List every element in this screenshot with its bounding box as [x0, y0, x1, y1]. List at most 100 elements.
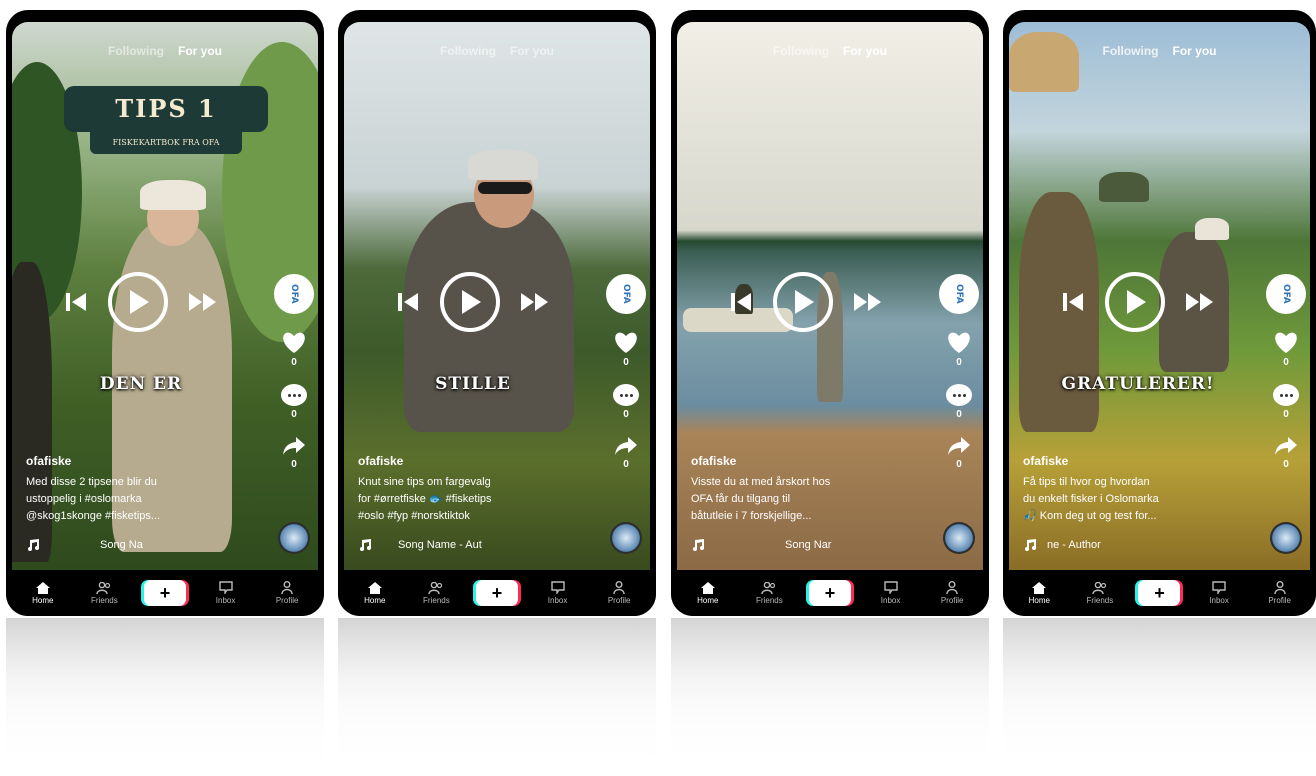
nav-inbox[interactable]: Inbox — [869, 581, 913, 605]
tab-for-you[interactable]: For you — [1173, 44, 1217, 58]
like-button[interactable]: 0 — [281, 330, 307, 368]
bottom-nav: Home Friends + Inbox Profile — [1003, 570, 1316, 616]
caption-line: Knut sine tips om fargevalg — [358, 476, 491, 488]
create-button[interactable]: + — [143, 580, 186, 606]
play-button[interactable] — [773, 272, 833, 332]
nav-home[interactable]: Home — [21, 581, 65, 605]
caption-line: #oslo #fyp #norsktiktok — [358, 510, 470, 522]
tab-following[interactable]: Following — [108, 44, 164, 58]
nav-friends[interactable]: Friends — [1078, 581, 1122, 605]
bottom-nav: Home Friends + Inbox Profile — [338, 570, 656, 616]
avatar[interactable]: OFA — [606, 274, 646, 314]
avatar-logo-text: OFA — [1281, 284, 1291, 304]
nav-home-label: Home — [1028, 595, 1050, 605]
play-button[interactable] — [108, 272, 168, 332]
nav-home[interactable]: Home — [353, 581, 397, 605]
tab-for-you[interactable]: For you — [178, 44, 222, 58]
avatar[interactable]: OFA — [1266, 274, 1306, 314]
nav-home[interactable]: Home — [1017, 581, 1061, 605]
nav-profile[interactable]: Profile — [597, 581, 641, 605]
home-icon — [1032, 581, 1047, 594]
song-row[interactable]: ne - Author — [1023, 538, 1223, 552]
plus-icon: + — [824, 583, 836, 603]
avatar[interactable]: OFA — [274, 274, 314, 314]
music-note-icon — [693, 539, 704, 551]
nav-friends[interactable]: Friends — [82, 581, 126, 605]
comment-button[interactable]: 0 — [281, 384, 307, 420]
comment-icon — [1273, 384, 1299, 406]
share-button[interactable]: 0 — [1274, 436, 1298, 470]
nav-home[interactable]: Home — [686, 581, 730, 605]
fast-forward-icon[interactable] — [188, 290, 218, 314]
previous-icon[interactable] — [64, 290, 88, 314]
play-button[interactable] — [1105, 272, 1165, 332]
like-button[interactable]: 0 — [613, 330, 639, 368]
avatar[interactable]: OFA — [939, 274, 979, 314]
tab-for-you[interactable]: For you — [510, 44, 554, 58]
nav-friends-label: Friends — [91, 595, 118, 605]
music-disc-icon[interactable] — [610, 522, 642, 554]
tab-following[interactable]: Following — [773, 44, 829, 58]
song-row[interactable]: Song Name - Aut — [358, 538, 558, 552]
fast-forward-icon[interactable] — [853, 290, 883, 314]
create-button[interactable]: + — [1138, 580, 1181, 606]
tab-following[interactable]: Following — [1103, 44, 1159, 58]
music-disc-icon[interactable] — [943, 522, 975, 554]
create-button[interactable]: + — [808, 580, 851, 606]
like-count: 0 — [291, 357, 297, 368]
comment-count: 0 — [956, 409, 962, 420]
previous-icon[interactable] — [1061, 290, 1085, 314]
nav-inbox[interactable]: Inbox — [536, 581, 580, 605]
fast-forward-icon[interactable] — [1185, 290, 1215, 314]
previous-icon[interactable] — [396, 290, 420, 314]
nav-friends[interactable]: Friends — [414, 581, 458, 605]
like-button[interactable]: 0 — [946, 330, 972, 368]
music-disc-icon[interactable] — [1270, 522, 1302, 554]
nav-friends-label: Friends — [423, 595, 450, 605]
song-name: Song Na — [100, 539, 143, 551]
music-disc-icon[interactable] — [278, 522, 310, 554]
caption-line[interactable]: @skog1skonge #fisketips... — [26, 508, 204, 525]
fast-forward-icon[interactable] — [520, 290, 550, 314]
share-count: 0 — [623, 459, 629, 470]
nav-inbox-label: Inbox — [215, 596, 236, 605]
avatar-logo-text: OFA — [289, 284, 299, 304]
username[interactable]: ofafiske — [1023, 454, 1201, 468]
tab-following[interactable]: Following — [440, 44, 496, 58]
comment-button[interactable]: 0 — [613, 384, 639, 420]
inbox-icon — [550, 581, 565, 594]
action-rail: OFA 0 0 0 — [939, 274, 979, 470]
share-count: 0 — [956, 459, 962, 470]
comment-button[interactable]: 0 — [1273, 384, 1299, 420]
nav-inbox[interactable]: Inbox — [1197, 581, 1241, 605]
create-button[interactable]: + — [475, 580, 518, 606]
share-button[interactable]: 0 — [947, 436, 971, 470]
share-button[interactable]: 0 — [282, 436, 306, 470]
song-row[interactable]: Song Nar — [691, 538, 891, 552]
previous-icon[interactable] — [729, 290, 753, 314]
song-row[interactable]: Song Na — [26, 538, 226, 552]
share-button[interactable]: 0 — [614, 436, 638, 470]
nav-inbox[interactable]: Inbox — [204, 581, 248, 605]
username[interactable]: ofafiske — [26, 454, 204, 468]
username[interactable]: ofafiske — [691, 454, 869, 468]
tips-title-box: TIPS 1 — [64, 86, 268, 132]
nav-profile[interactable]: Profile — [265, 581, 309, 605]
tips-banner: TIPS 1 FISKEKARTBOK FRA OFA — [64, 86, 268, 158]
nav-profile[interactable]: Profile — [930, 581, 974, 605]
comment-icon — [613, 384, 639, 406]
nav-profile-label: Profile — [275, 596, 299, 605]
play-button[interactable] — [440, 272, 500, 332]
comment-button[interactable]: 0 — [946, 384, 972, 420]
username[interactable]: ofafiske — [358, 454, 536, 468]
comment-count: 0 — [291, 409, 297, 420]
nav-friends[interactable]: Friends — [747, 581, 791, 605]
home-icon — [700, 581, 715, 594]
caption-line: du enkelt fisker i Oslomarka — [1023, 493, 1159, 505]
like-button[interactable]: 0 — [1273, 330, 1299, 368]
nav-friends-label: Friends — [1086, 595, 1114, 605]
tab-for-you[interactable]: For you — [843, 44, 887, 58]
share-arrow-icon — [948, 437, 970, 455]
caption-block: ofafiske Med disse 2 tipsene blir du ust… — [26, 454, 204, 525]
nav-profile[interactable]: Profile — [1258, 581, 1302, 605]
